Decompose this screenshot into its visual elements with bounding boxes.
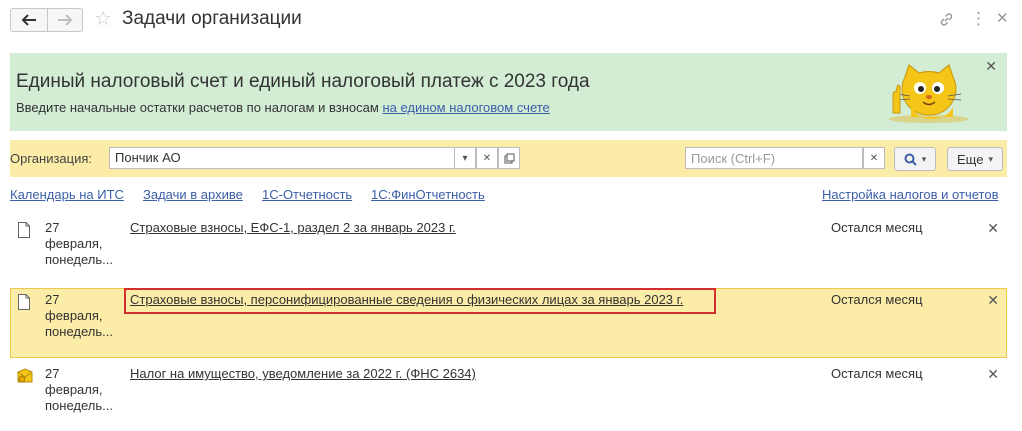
chevron-down-icon: ▾ <box>462 152 468 164</box>
task-title-link[interactable]: Страховые взносы, персонифицированные св… <box>130 292 683 308</box>
chevron-down-icon: ▾ <box>988 153 993 164</box>
star-icon[interactable]: ☆ <box>94 7 112 31</box>
task-date: 27 февраля, понедель... <box>45 366 113 413</box>
link-icon[interactable] <box>938 11 955 28</box>
organization-open-button[interactable] <box>498 147 520 169</box>
envelope-icon <box>17 368 33 383</box>
search-icon <box>904 153 917 166</box>
organization-clear-button[interactable]: ✕ <box>476 147 498 169</box>
more-label: Еще <box>957 151 984 167</box>
task-close-icon[interactable]: ✕ <box>987 366 999 382</box>
task-row[interactable]: 27 февраля, понедель... Налог на имущест… <box>10 362 1007 422</box>
arrow-left-icon <box>21 14 36 26</box>
task-close-icon[interactable]: ✕ <box>987 292 999 308</box>
chevron-down-icon: ▾ <box>921 153 927 164</box>
task-status: Остался месяц <box>831 220 923 235</box>
fin-reporting-link[interactable]: 1С:ФинОтчетность <box>371 187 485 202</box>
reporting-link[interactable]: 1С-Отчетность <box>262 187 352 202</box>
clear-icon: ✕ <box>869 152 879 164</box>
task-date: 27 февраля, понедель... <box>45 292 113 339</box>
organization-label: Организация: <box>10 151 93 166</box>
cat-mascot-icon <box>889 64 969 123</box>
tax-settings-link[interactable]: Настройка налогов и отчетов <box>822 187 998 202</box>
calendar-link[interactable]: Календарь на ИТС <box>10 187 124 202</box>
banner-title: Единый налоговый счет и единый налоговый… <box>16 71 590 92</box>
document-icon <box>18 294 30 310</box>
organization-dropdown-button[interactable]: ▾ <box>454 147 476 169</box>
search-clear-button[interactable]: ✕ <box>863 147 885 169</box>
more-vertical-icon[interactable]: ⋮ <box>970 10 987 28</box>
links-row: Календарь на ИТС Задачи в архиве 1С-Отче… <box>10 187 1007 205</box>
task-status: Остался месяц <box>831 292 923 307</box>
task-row[interactable]: 27 февраля, понедель... Страховые взносы… <box>10 216 1007 276</box>
arrow-right-icon <box>58 14 73 26</box>
document-icon <box>18 222 30 238</box>
banner-link[interactable]: на едином налоговом счете <box>382 100 549 115</box>
task-close-icon[interactable]: ✕ <box>987 220 999 236</box>
search-input[interactable] <box>685 147 863 169</box>
task-title-link[interactable]: Налог на имущество, уведомление за 2022 … <box>130 366 476 382</box>
archive-link[interactable]: Задачи в архиве <box>143 187 243 202</box>
banner-close-icon[interactable]: ✕ <box>985 58 997 75</box>
page-title: Задачи организации <box>122 8 302 29</box>
filter-bar: Организация: Пончик АО ▾ ✕ ✕ ▾ Еще ▾ <box>10 140 1007 177</box>
clear-icon: ✕ <box>482 152 492 164</box>
task-date: 27 февраля, понедель... <box>45 220 113 267</box>
back-button[interactable] <box>10 8 48 32</box>
banner-subtitle-text: Введите начальные остатки расчетов по на… <box>16 100 379 115</box>
forward-button[interactable] <box>47 8 83 32</box>
task-status: Остался месяц <box>831 366 923 381</box>
close-icon[interactable]: ✕ <box>996 10 1009 28</box>
open-form-icon <box>504 153 514 163</box>
more-button[interactable]: Еще ▾ <box>947 147 1003 171</box>
organization-field[interactable]: Пончик АО <box>109 147 455 169</box>
title-bar: ☆ Задачи организации ⋮ ✕ <box>0 0 1022 38</box>
ens-banner: Единый налоговый счет и единый налоговый… <box>10 53 1007 131</box>
task-row-selected[interactable]: 27 февраля, понедель... Страховые взносы… <box>10 288 1007 358</box>
banner-subtitle: Введите начальные остатки расчетов по на… <box>16 100 550 115</box>
search-button[interactable]: ▾ <box>894 147 936 171</box>
task-title-link[interactable]: Страховые взносы, ЕФС-1, раздел 2 за янв… <box>130 220 456 236</box>
